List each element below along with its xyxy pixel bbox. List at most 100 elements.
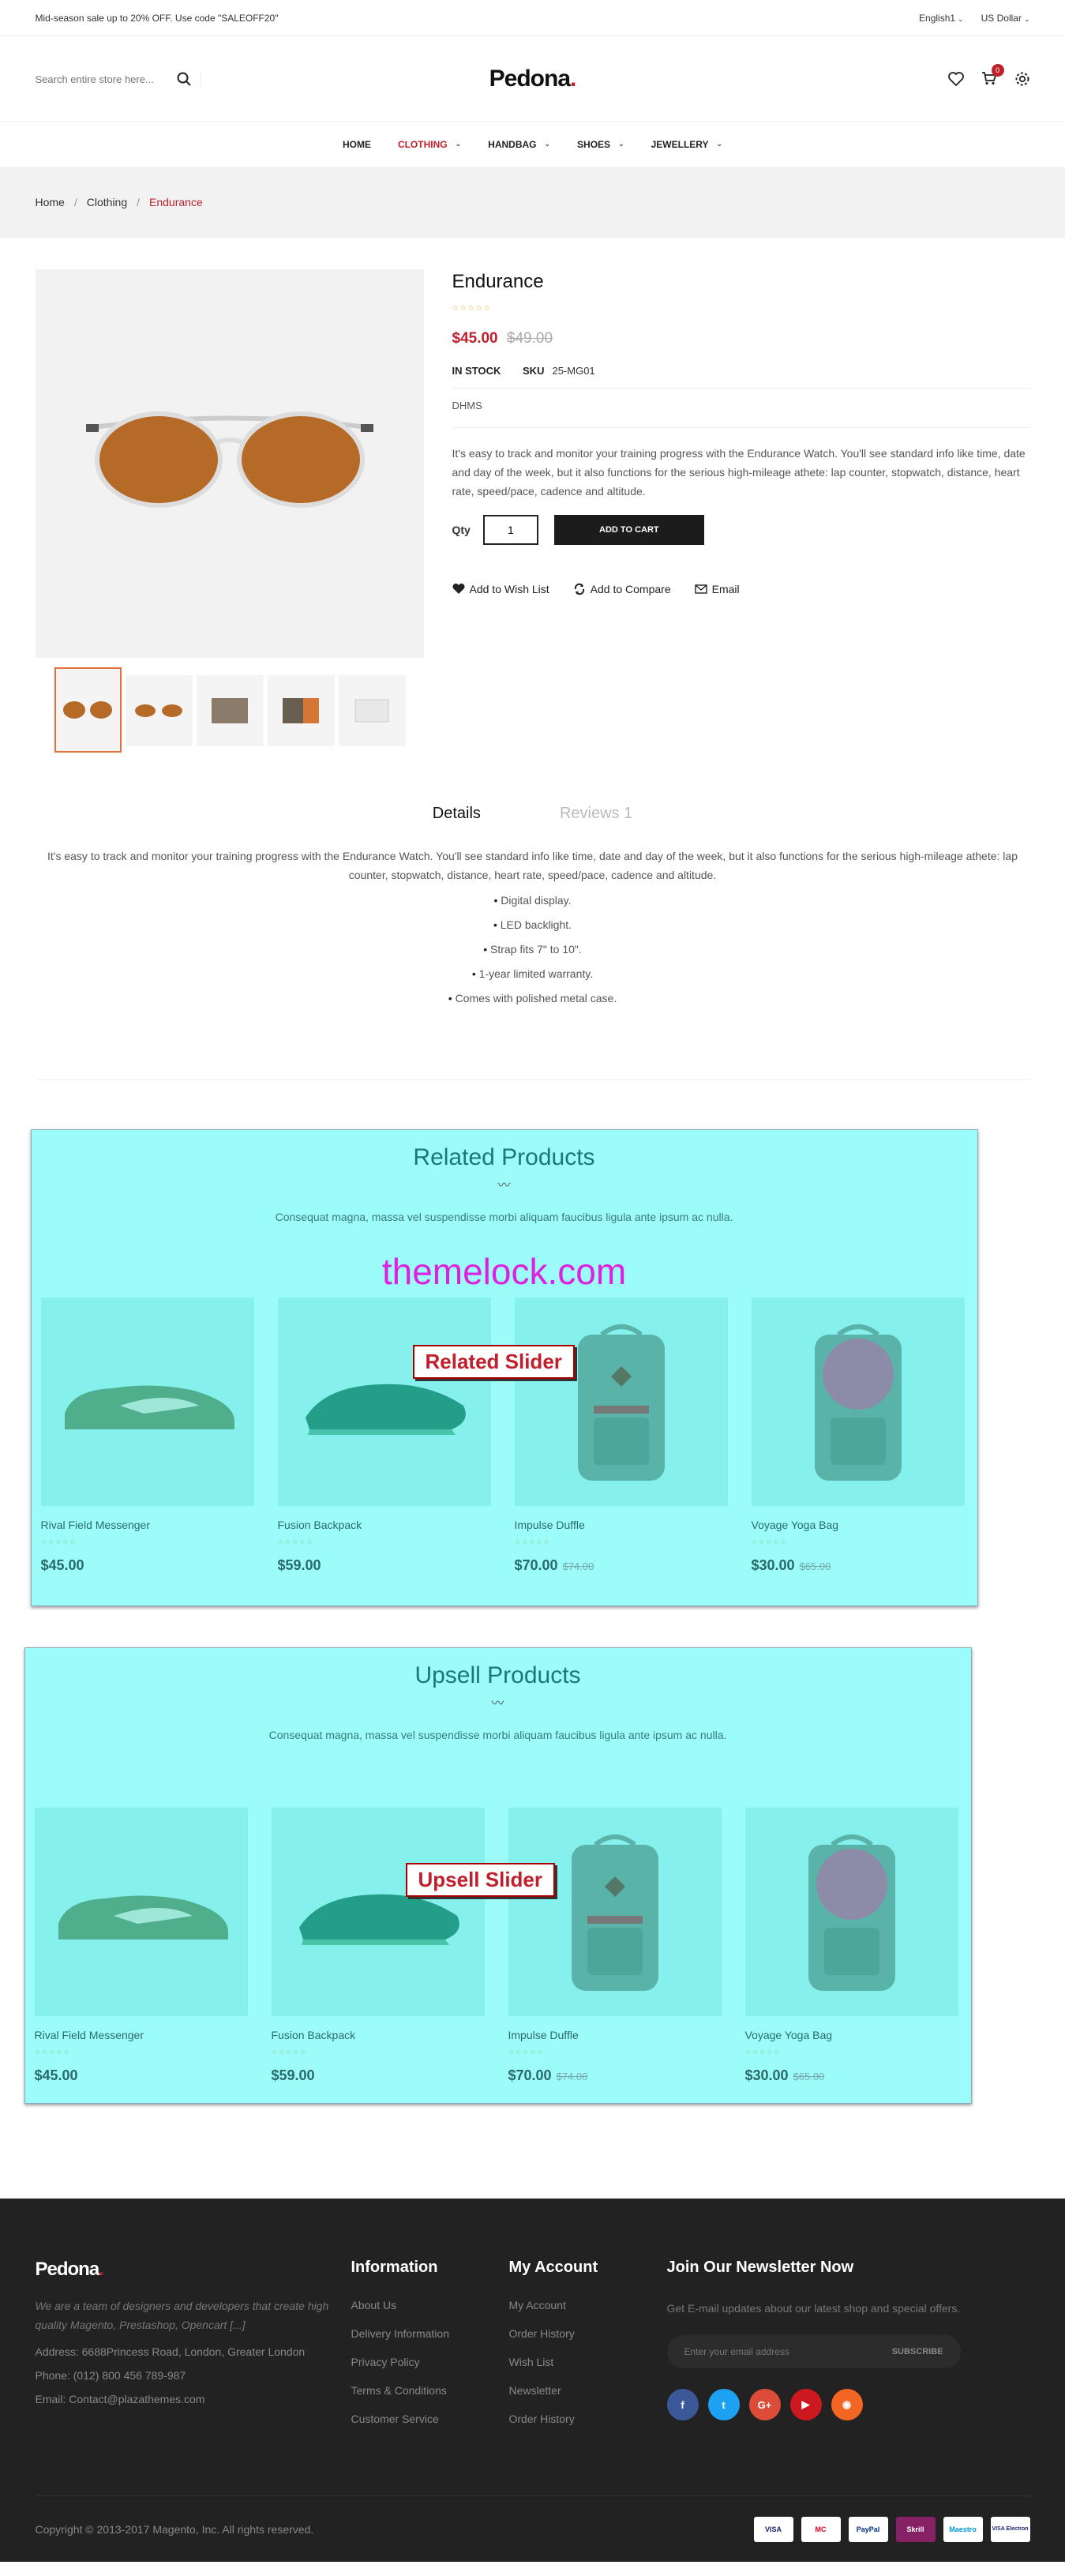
google-plus-icon[interactable]: G+	[748, 2389, 781, 2420]
thumbnail[interactable]	[54, 667, 122, 753]
breadcrumb-separator: /	[137, 196, 141, 208]
product-card[interactable]: Fusion Backpack ☆☆☆☆☆ $59.00	[277, 1297, 491, 1574]
footer-link[interactable]: My Account	[509, 2299, 667, 2311]
product-name[interactable]: Voyage Yoga Bag	[745, 2029, 958, 2041]
heart-icon	[452, 584, 464, 594]
paypal-icon: PayPal	[848, 2516, 888, 2542]
logo[interactable]: Pedona.	[489, 66, 577, 92]
product-image[interactable]	[277, 1297, 491, 1506]
footer-about-text: We are a team of designers and developer…	[35, 2300, 329, 2331]
nav-item-clothing[interactable]: CLOTHING ⌄	[398, 139, 461, 150]
product-card[interactable]: Fusion Backpack ☆☆☆☆☆ $59.00	[271, 1808, 485, 2084]
product-name[interactable]: Fusion Backpack	[272, 2029, 485, 2041]
footer-link[interactable]: Delivery Information	[351, 2327, 509, 2340]
qty-input[interactable]	[482, 515, 538, 545]
price-old: $49.00	[506, 330, 553, 347]
backpack-image	[808, 1834, 895, 1991]
footer: Pedona. We are a team of designers and d…	[0, 2199, 1065, 2562]
product-image[interactable]	[751, 1297, 965, 1506]
footer-link[interactable]: Wish List	[509, 2356, 667, 2368]
product-image[interactable]	[40, 1297, 254, 1506]
rating-stars: ☆☆☆☆☆	[271, 2048, 307, 2056]
related-subtitle: Consequat magna, massa vel suspendisse m…	[275, 1211, 733, 1223]
search-input[interactable]	[35, 73, 170, 85]
product-card[interactable]: Impulse Duffle ☆☆☆☆☆ $70.00 $74.00	[508, 1808, 722, 2084]
twitter-icon[interactable]: t	[707, 2389, 740, 2420]
chevron-down-icon: ⌄	[716, 140, 723, 148]
list-item: Digital display.	[36, 894, 1030, 907]
product-name[interactable]: Rival Field Messenger	[41, 1519, 254, 1531]
sunglasses-thumb-image	[63, 701, 112, 719]
heart-icon[interactable]	[947, 72, 964, 86]
product-image[interactable]	[514, 1297, 728, 1506]
product-card[interactable]: Impulse Duffle ☆☆☆☆☆ $70.00 $74.00	[514, 1297, 728, 1574]
tab-reviews[interactable]: Reviews 1	[560, 805, 632, 823]
visa-electron-icon: VISA Electron	[990, 2516, 1030, 2542]
upsell-title: Upsell Products	[414, 1662, 581, 1688]
product-card[interactable]: Rival Field Messenger ☆☆☆☆☆ $45.00	[40, 1297, 254, 1574]
product-image[interactable]	[34, 1808, 248, 2016]
product-name[interactable]: Rival Field Messenger	[35, 2029, 248, 2041]
product-main-image[interactable]	[35, 269, 424, 658]
youtube-icon[interactable]: ▶	[789, 2389, 822, 2420]
product-card[interactable]: Voyage Yoga Bag ☆☆☆☆☆ $30.00 $65.00	[744, 1808, 958, 2084]
mastercard-icon: MC	[801, 2516, 841, 2542]
footer-link[interactable]: Customer Service	[351, 2413, 509, 2425]
product-image[interactable]	[271, 1808, 485, 2016]
wishlist-link[interactable]: Add to Wish List	[452, 583, 549, 595]
subscribe-button[interactable]: SUBSCRIBE	[892, 2347, 943, 2356]
currency-select[interactable]: US Dollar ⌄	[981, 13, 1030, 24]
footer-link[interactable]: Order History	[509, 2413, 667, 2425]
newsletter-email-input[interactable]	[684, 2346, 807, 2357]
list-item: 1-year limited warranty.	[36, 967, 1030, 980]
nav-item-home[interactable]: HOME	[343, 139, 371, 150]
footer-link[interactable]: Privacy Policy	[351, 2356, 509, 2368]
product-price: $45.00	[34, 2067, 78, 2083]
rating-stars: ☆☆☆☆☆	[744, 2048, 781, 2056]
upsell-products-slider: Upsell Products 〰 Consequat magna, massa…	[24, 1647, 972, 2104]
language-select[interactable]: English1 ⌄	[919, 13, 964, 24]
backpack-image	[814, 1324, 902, 1481]
add-to-cart-button[interactable]: ADD TO CART	[553, 515, 704, 545]
footer-newsletter: Join Our Newsletter Now Get E-mail updat…	[666, 2259, 1030, 2495]
nav-item-jewellery[interactable]: JEWELLERY ⌄	[651, 139, 722, 150]
sunglasses-thumb-image	[135, 704, 182, 717]
product-card[interactable]: Rival Field Messenger ☆☆☆☆☆ $45.00	[34, 1808, 248, 2084]
footer-link[interactable]: Newsletter	[509, 2384, 667, 2397]
add-to-cart-row: Qty ADD TO CART	[452, 515, 1030, 545]
product-name[interactable]: Impulse Duffle	[508, 2029, 722, 2041]
thumbnail[interactable]	[125, 675, 193, 746]
product-image[interactable]	[508, 1808, 722, 2016]
cart-button[interactable]: 0	[981, 63, 1004, 88]
footer-link[interactable]: Order History	[509, 2327, 667, 2340]
rating-stars: ☆☆☆☆☆	[514, 1538, 550, 1545]
product-name[interactable]: Voyage Yoga Bag	[752, 1519, 965, 1531]
product-card[interactable]: Voyage Yoga Bag ☆☆☆☆☆ $30.00 $65.00	[751, 1297, 965, 1574]
breadcrumb-home[interactable]: Home	[36, 196, 65, 208]
footer-account: My Account My Account Order History Wish…	[509, 2259, 667, 2495]
rss-icon[interactable]: ◉	[831, 2389, 863, 2420]
product-name[interactable]: Impulse Duffle	[515, 1519, 728, 1531]
thumbnail[interactable]	[196, 675, 264, 746]
gear-icon[interactable]	[1014, 71, 1030, 87]
rating-stars: ☆☆☆☆☆	[452, 304, 492, 313]
compare-link[interactable]: Add to Compare	[573, 583, 671, 595]
nav-item-shoes[interactable]: SHOES ⌄	[577, 139, 624, 150]
product-grid: Rival Field Messenger ☆☆☆☆☆ $45.00 Fusio…	[32, 1297, 977, 1574]
chevron-down-icon: ⌄	[455, 140, 462, 148]
nav-item-handbag[interactable]: HANDBAG ⌄	[488, 139, 550, 150]
email-link[interactable]: Email	[694, 583, 740, 595]
thumbnail[interactable]	[267, 675, 335, 746]
product-image[interactable]	[744, 1808, 958, 2016]
footer-logo[interactable]: Pedona.	[36, 2259, 351, 2281]
footer-link[interactable]: About Us	[351, 2299, 509, 2311]
facebook-icon[interactable]: f	[666, 2389, 699, 2420]
tab-details[interactable]: Details	[433, 805, 481, 823]
search-icon[interactable]	[177, 72, 191, 86]
thumbnail[interactable]	[338, 675, 406, 746]
product-actions: Add to Wish List Add to Compare Email	[452, 583, 1030, 595]
footer-bottom: Copyright © 2013-2017 Magento, Inc. All …	[35, 2495, 1030, 2562]
product-name[interactable]: Fusion Backpack	[278, 1519, 491, 1531]
footer-link[interactable]: Terms & Conditions	[351, 2384, 509, 2397]
breadcrumb-clothing[interactable]: Clothing	[87, 196, 127, 208]
